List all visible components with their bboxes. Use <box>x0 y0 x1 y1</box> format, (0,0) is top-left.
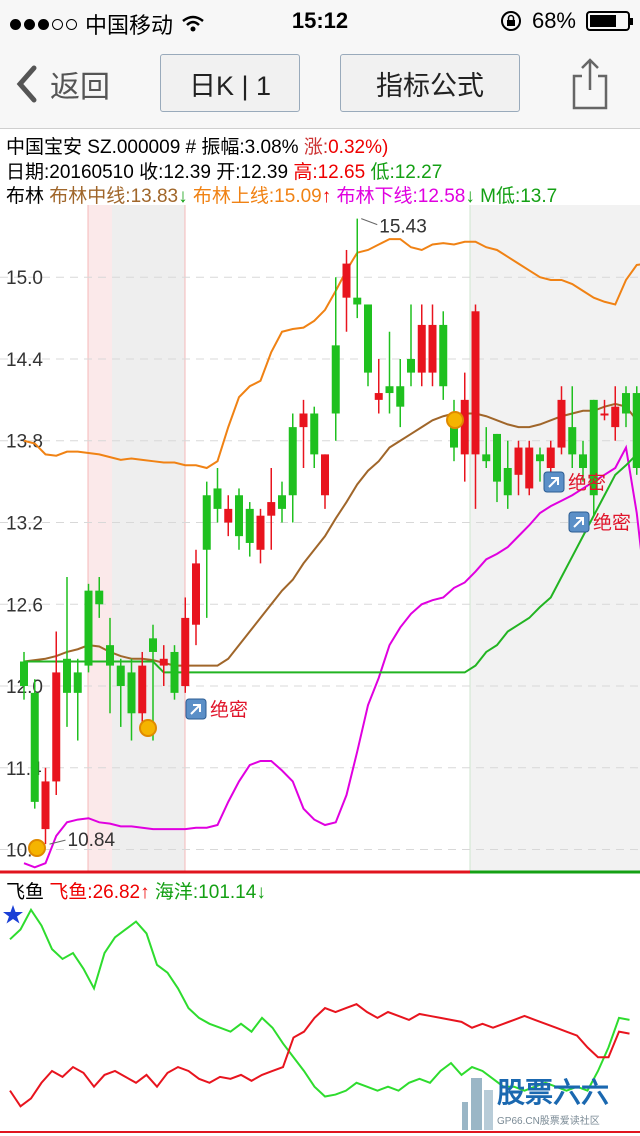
candle <box>245 508 254 543</box>
candle <box>235 495 243 537</box>
candle <box>310 413 319 455</box>
candle <box>288 427 297 496</box>
signal-label: 绝密 <box>210 699 248 721</box>
ocean-value: 海洋:101.14 <box>154 882 257 903</box>
shade-region <box>112 205 185 872</box>
candle <box>84 590 93 666</box>
candle <box>503 468 512 496</box>
candle <box>611 406 620 428</box>
candle <box>30 692 39 802</box>
shade-region <box>88 205 112 872</box>
candle <box>106 645 114 666</box>
low-pointer <box>49 839 66 845</box>
candle <box>374 393 383 400</box>
candle <box>127 672 136 714</box>
candle <box>439 324 448 387</box>
candle <box>536 454 544 462</box>
candle <box>514 447 523 475</box>
candle <box>63 658 71 693</box>
candle <box>568 427 577 455</box>
candle <box>170 651 179 693</box>
candle <box>342 263 351 298</box>
candle <box>278 495 286 509</box>
candle <box>622 393 630 414</box>
candle <box>321 454 329 496</box>
candle <box>20 661 28 687</box>
y-tick-label: 14.4 <box>6 350 43 371</box>
candle <box>138 665 147 714</box>
watermark-url: GP66.CN股票爱读社区 <box>497 1114 600 1127</box>
candle <box>546 447 555 469</box>
candle <box>407 358 415 373</box>
candle <box>181 617 190 687</box>
fly-value: 飞鱼:26.82 <box>49 882 141 903</box>
candle <box>632 393 640 469</box>
candle <box>202 495 211 550</box>
candle <box>224 508 233 523</box>
candle <box>428 324 437 373</box>
signal-label: 绝密 <box>593 512 631 534</box>
sun-icon <box>28 839 46 857</box>
y-tick-label: 13.2 <box>6 514 43 535</box>
candle <box>460 399 469 455</box>
star-icon <box>3 905 23 924</box>
low-annotation: 10.84 <box>68 830 116 851</box>
candle <box>471 311 480 455</box>
candle <box>353 297 362 305</box>
candle <box>299 413 308 428</box>
candle <box>256 515 265 550</box>
candle <box>364 304 372 373</box>
candle <box>417 324 426 373</box>
candle <box>95 590 104 605</box>
candle <box>493 433 501 482</box>
high-pointer <box>361 218 378 226</box>
sun-icon <box>446 411 464 429</box>
high-annotation: 15.43 <box>379 217 427 238</box>
candle <box>149 638 157 652</box>
y-tick-label: 13.8 <box>6 432 43 453</box>
candle <box>331 345 340 414</box>
sub-legend: 飞鱼 飞鱼:26.82↑ 海洋:101.14↓ <box>6 882 266 903</box>
y-tick-label: 12.6 <box>6 595 43 616</box>
candle <box>41 781 50 830</box>
candle <box>482 454 491 462</box>
sun-icon <box>139 719 157 737</box>
candle <box>213 488 222 509</box>
watermark-text: 股票六六 <box>497 1077 609 1108</box>
candle <box>396 386 405 407</box>
y-tick-label: 15.0 <box>6 268 43 289</box>
candle <box>73 672 82 693</box>
candle <box>525 447 534 489</box>
sub-label: 飞鱼 <box>6 882 45 903</box>
kline-chart[interactable]: 15.014.413.813.212.612.011.410.815.4310.… <box>0 0 640 1136</box>
candle <box>159 658 168 666</box>
candle <box>385 386 394 394</box>
candle <box>116 665 125 687</box>
candle <box>557 399 566 448</box>
candle <box>600 413 609 416</box>
candle <box>267 502 276 516</box>
candle <box>52 672 61 782</box>
candle <box>192 563 200 625</box>
candle <box>579 454 587 469</box>
watermark-logo: 股票六六 GP66.CN股票爱读社区 <box>462 1077 609 1130</box>
signal-label: 绝密 <box>568 472 606 494</box>
